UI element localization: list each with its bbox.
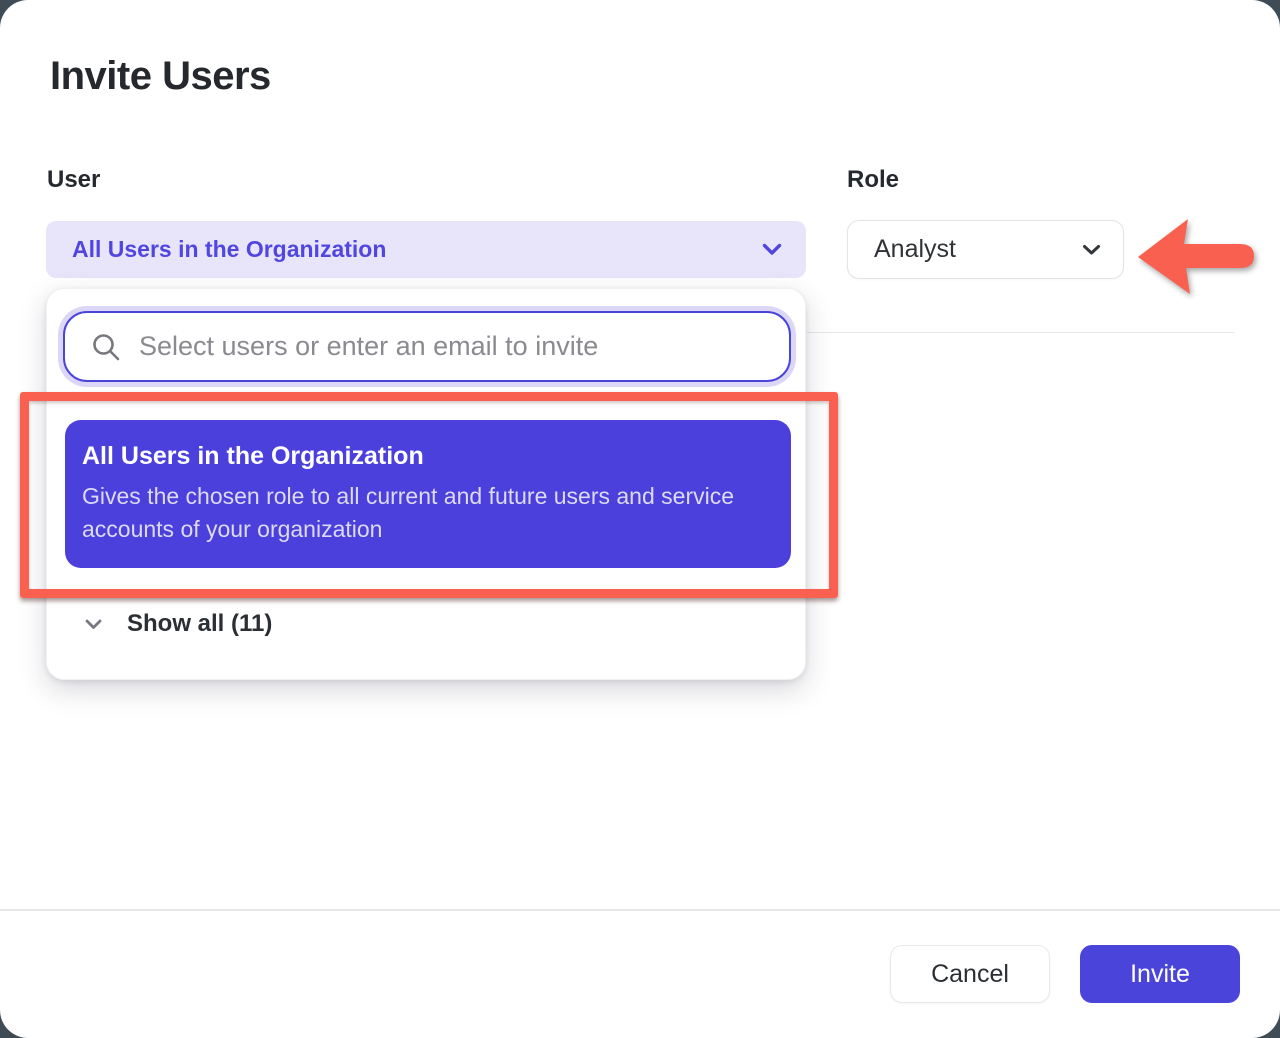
- role-select-value: Analyst: [874, 235, 1082, 264]
- role-field-label: Role: [847, 166, 899, 194]
- footer-divider: [0, 909, 1280, 911]
- show-all-toggle[interactable]: Show all (11): [47, 599, 805, 649]
- chevron-down-icon: [762, 243, 782, 256]
- invite-button[interactable]: Invite: [1080, 945, 1240, 1003]
- option-all-users[interactable]: All Users in the Organization Gives the …: [65, 420, 791, 568]
- show-all-label: Show all (11): [127, 610, 272, 638]
- user-select-value: All Users in the Organization: [72, 236, 762, 263]
- page-title: Invite Users: [50, 54, 271, 99]
- cancel-button[interactable]: Cancel: [890, 945, 1050, 1003]
- chevron-down-icon: [85, 619, 102, 630]
- option-description: Gives the chosen role to all current and…: [82, 480, 758, 546]
- invite-users-dialog: Invite Users User Role All Users in the …: [0, 0, 1280, 1038]
- user-dropdown-panel: All Users in the Organization Gives the …: [46, 288, 806, 680]
- user-search-box: [63, 311, 791, 382]
- user-search-input[interactable]: [139, 331, 769, 362]
- role-select[interactable]: Analyst: [847, 220, 1124, 279]
- option-title: All Users in the Organization: [82, 442, 761, 471]
- search-icon: [91, 332, 121, 362]
- user-select[interactable]: All Users in the Organization: [46, 221, 806, 278]
- section-divider: [807, 332, 1234, 333]
- user-field-label: User: [47, 166, 100, 194]
- annotation-arrow-icon: [1134, 206, 1258, 304]
- chevron-down-icon: [1082, 244, 1101, 256]
